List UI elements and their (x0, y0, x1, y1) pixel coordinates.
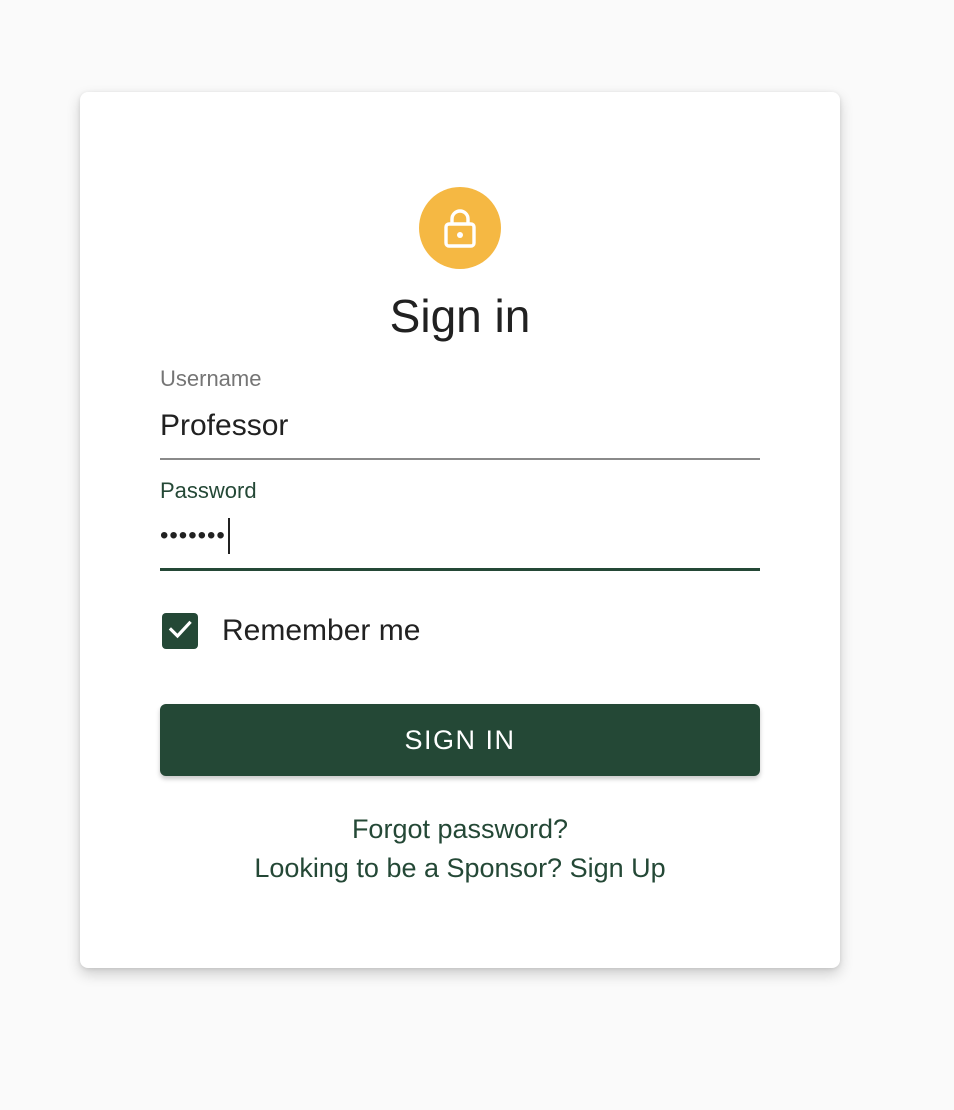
remember-me-checkbox[interactable] (162, 613, 198, 649)
lock-avatar (419, 187, 501, 269)
password-input[interactable]: ••••••• (160, 518, 230, 554)
password-field[interactable]: Password ••••••• (160, 478, 760, 572)
sponsor-sign-up-link[interactable]: Looking to be a Sponsor? Sign Up (80, 851, 840, 885)
username-field[interactable]: Username Professor (160, 366, 760, 460)
password-label: Password (160, 478, 257, 503)
password-underline (160, 568, 760, 571)
lock-icon (443, 208, 477, 248)
page-title: Sign in (389, 290, 531, 342)
password-masked-value: ••••••• (160, 522, 226, 549)
text-cursor (227, 518, 230, 554)
username-input[interactable]: Professor (160, 408, 288, 444)
remember-me-label: Remember me (222, 614, 421, 647)
forgot-password-link[interactable]: Forgot password? (80, 812, 840, 846)
remember-me-checkbox-row[interactable]: Remember me (162, 611, 420, 651)
sign-in-button-label: SIGN IN (404, 724, 516, 755)
sign-in-button[interactable]: SIGN IN (160, 704, 760, 776)
username-underline (160, 458, 760, 460)
checkmark-icon (166, 615, 194, 648)
username-label: Username (160, 366, 262, 391)
sign-in-card: Sign in Username Professor Password ••••… (80, 92, 840, 968)
